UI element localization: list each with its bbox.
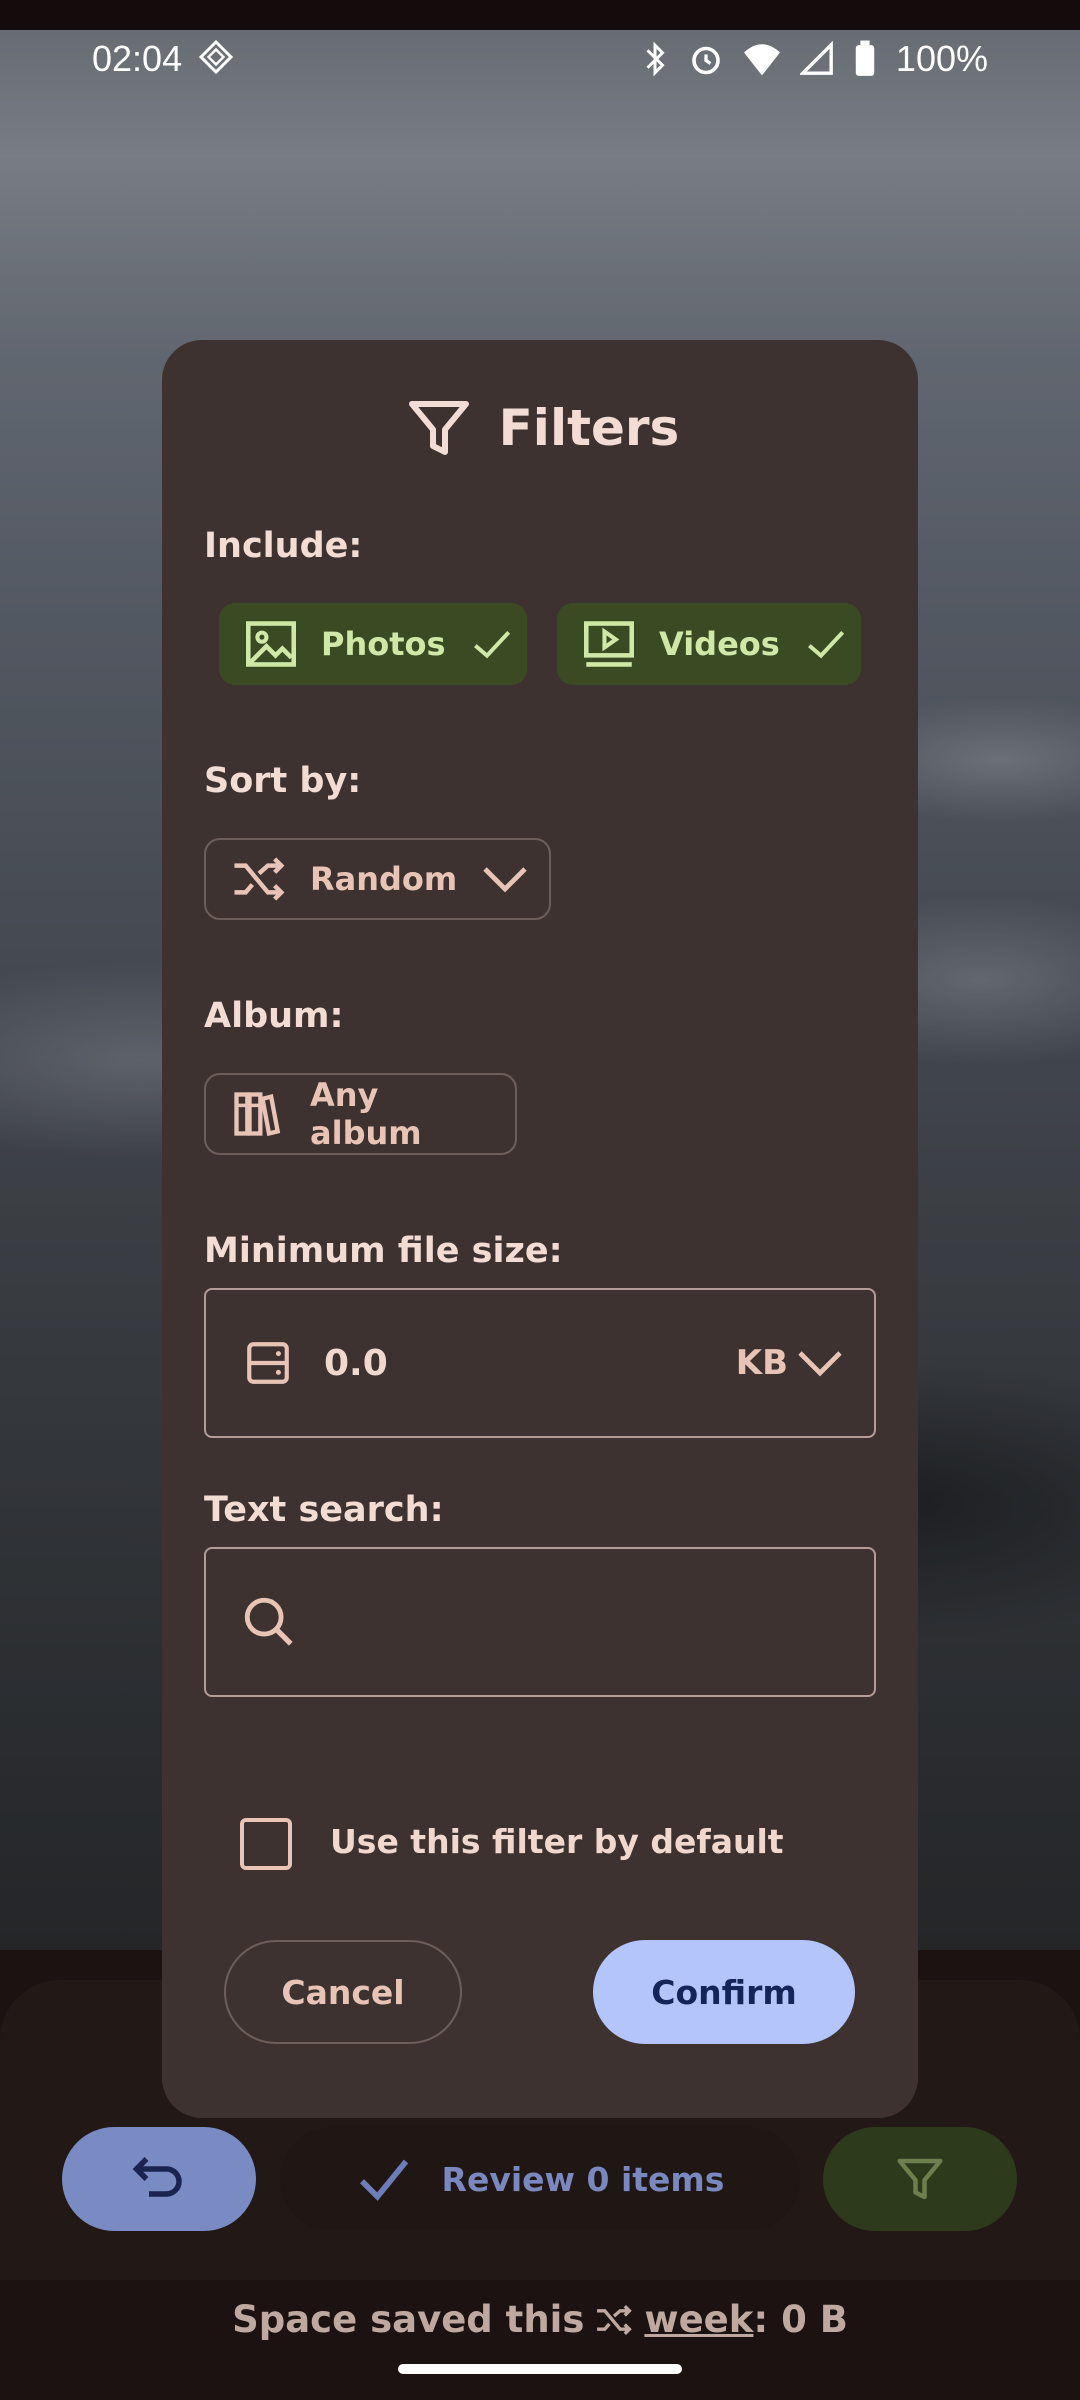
album-value: Any album [310,1076,422,1152]
filter-icon [897,2158,943,2200]
status-icons: 100% [640,38,988,80]
battery-percent: 100% [895,38,988,79]
image-icon [246,621,296,667]
sort-dropdown[interactable]: Random [204,838,551,920]
alarm-icon [692,46,720,75]
videos-chip[interactable]: Videos [557,603,861,685]
videos-chip-label: Videos [659,625,780,663]
dialog-title: Filters [162,388,918,468]
review-button[interactable]: Review 0 items [280,2127,800,2231]
status-bar: 02:04 100% [0,0,1080,120]
search-icon [244,1597,293,1646]
filter-button[interactable] [823,2127,1017,2231]
review-label: Review 0 items [441,2159,725,2199]
size-unit-dropdown[interactable]: KB [736,1343,788,1383]
chevron-down-icon[interactable] [796,1348,844,1378]
home-indicator[interactable] [398,2364,682,2374]
storage-icon [247,1342,289,1384]
space-saved-summary: Space saved this week: 0 B [0,2298,1080,2341]
undo-button[interactable] [62,2127,256,2231]
min-file-size-label: Minimum file size: [204,1231,563,1271]
period-link[interactable]: week [644,2298,753,2341]
checkmark-icon [473,630,510,659]
undo-icon [132,2157,182,2197]
books-icon [234,1092,281,1137]
battery-icon [855,40,875,76]
album-selector[interactable]: Any album [204,1073,517,1155]
chevron-down-icon [483,867,527,893]
filter-icon [408,401,469,455]
checkmark-icon [807,630,844,659]
signal-icon [799,41,833,75]
album-label: Album: [204,996,344,1036]
video-icon [584,621,634,667]
filters-dialog: Filters Include: Photos Videos Sort by: [162,340,918,2118]
bluetooth-icon [646,41,665,77]
checkmark-icon [359,2159,408,2201]
photos-chip[interactable]: Photos [219,603,527,685]
min-file-size-value[interactable]: 0.0 [324,1343,736,1384]
default-filter-checkbox[interactable] [240,1818,292,1870]
photos-chip-label: Photos [321,625,446,663]
space-saved-value: : 0 B [753,2298,848,2341]
space-saved-prefix: Space saved this [232,2298,585,2341]
shuffle-icon [597,2304,633,2335]
status-time-text: 02:04 [92,38,183,79]
dialog-title-text: Filters [498,399,680,457]
confirm-button[interactable]: Confirm [593,1940,855,2044]
default-filter-label[interactable]: Use this filter by default [330,1822,784,1861]
shuffle-icon [234,857,285,901]
text-search-input[interactable] [204,1547,876,1697]
cancel-button[interactable]: Cancel [224,1940,462,2044]
text-search-label: Text search: [204,1490,444,1530]
sort-value: Random [310,860,458,898]
nfc-icon [198,39,234,75]
include-label: Include: [204,526,363,566]
min-file-size-field[interactable]: 0.0 KB [204,1288,876,1438]
wifi-icon [743,44,780,76]
status-time: 02:04 [92,38,234,80]
sort-by-label: Sort by: [204,761,362,801]
